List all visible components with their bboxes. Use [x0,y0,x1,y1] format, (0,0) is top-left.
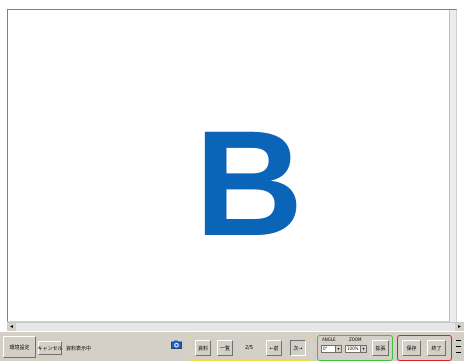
displayed-letter: B [194,99,304,267]
angle-select[interactable]: 0° ▾ [321,345,342,353]
save-button[interactable]: 保存 [402,340,421,356]
prev-button[interactable]: ←前 [266,340,282,356]
next-button[interactable]: 次→ [290,340,306,356]
bottom-toolbar: 環境設定 キャンセル 資料表示中 資料 一覧 2/5 ←前 次→ ANGLE Z… [0,331,464,361]
zoom-select[interactable]: 100% ▾ [345,345,367,353]
material-button[interactable]: 資料 [195,340,211,356]
end-button[interactable]: 終了 [427,340,446,356]
horizontal-scrollbar[interactable]: ◂ ▸ [7,322,464,331]
zoom-label: ZOOM [349,337,362,342]
env-settings-button[interactable]: 環境設定 [3,336,36,358]
list-button[interactable]: 一覧 [217,340,233,356]
vertical-scrollbar[interactable] [449,10,456,323]
cancel-button[interactable]: キャンセル [38,341,63,355]
chevron-down-icon[interactable]: ▾ [360,346,366,352]
camera-icon[interactable] [171,334,182,349]
scroll-left-arrow-icon[interactable]: ◂ [7,323,16,331]
chevron-down-icon[interactable]: ▾ [335,346,341,352]
zoom-select-value: 100% [347,346,359,351]
page-indicator: 2/5 [245,345,254,351]
angle-label: ANGLE [322,337,336,342]
enlarge-button[interactable]: 拡張 [372,340,389,356]
scroll-right-arrow-icon[interactable]: ▸ [455,323,464,331]
document-viewer: B [7,9,457,323]
toolbar-edge-grip [455,336,462,358]
status-text: 資料表示中 [66,346,92,352]
angle-select-value: 0° [323,346,328,351]
